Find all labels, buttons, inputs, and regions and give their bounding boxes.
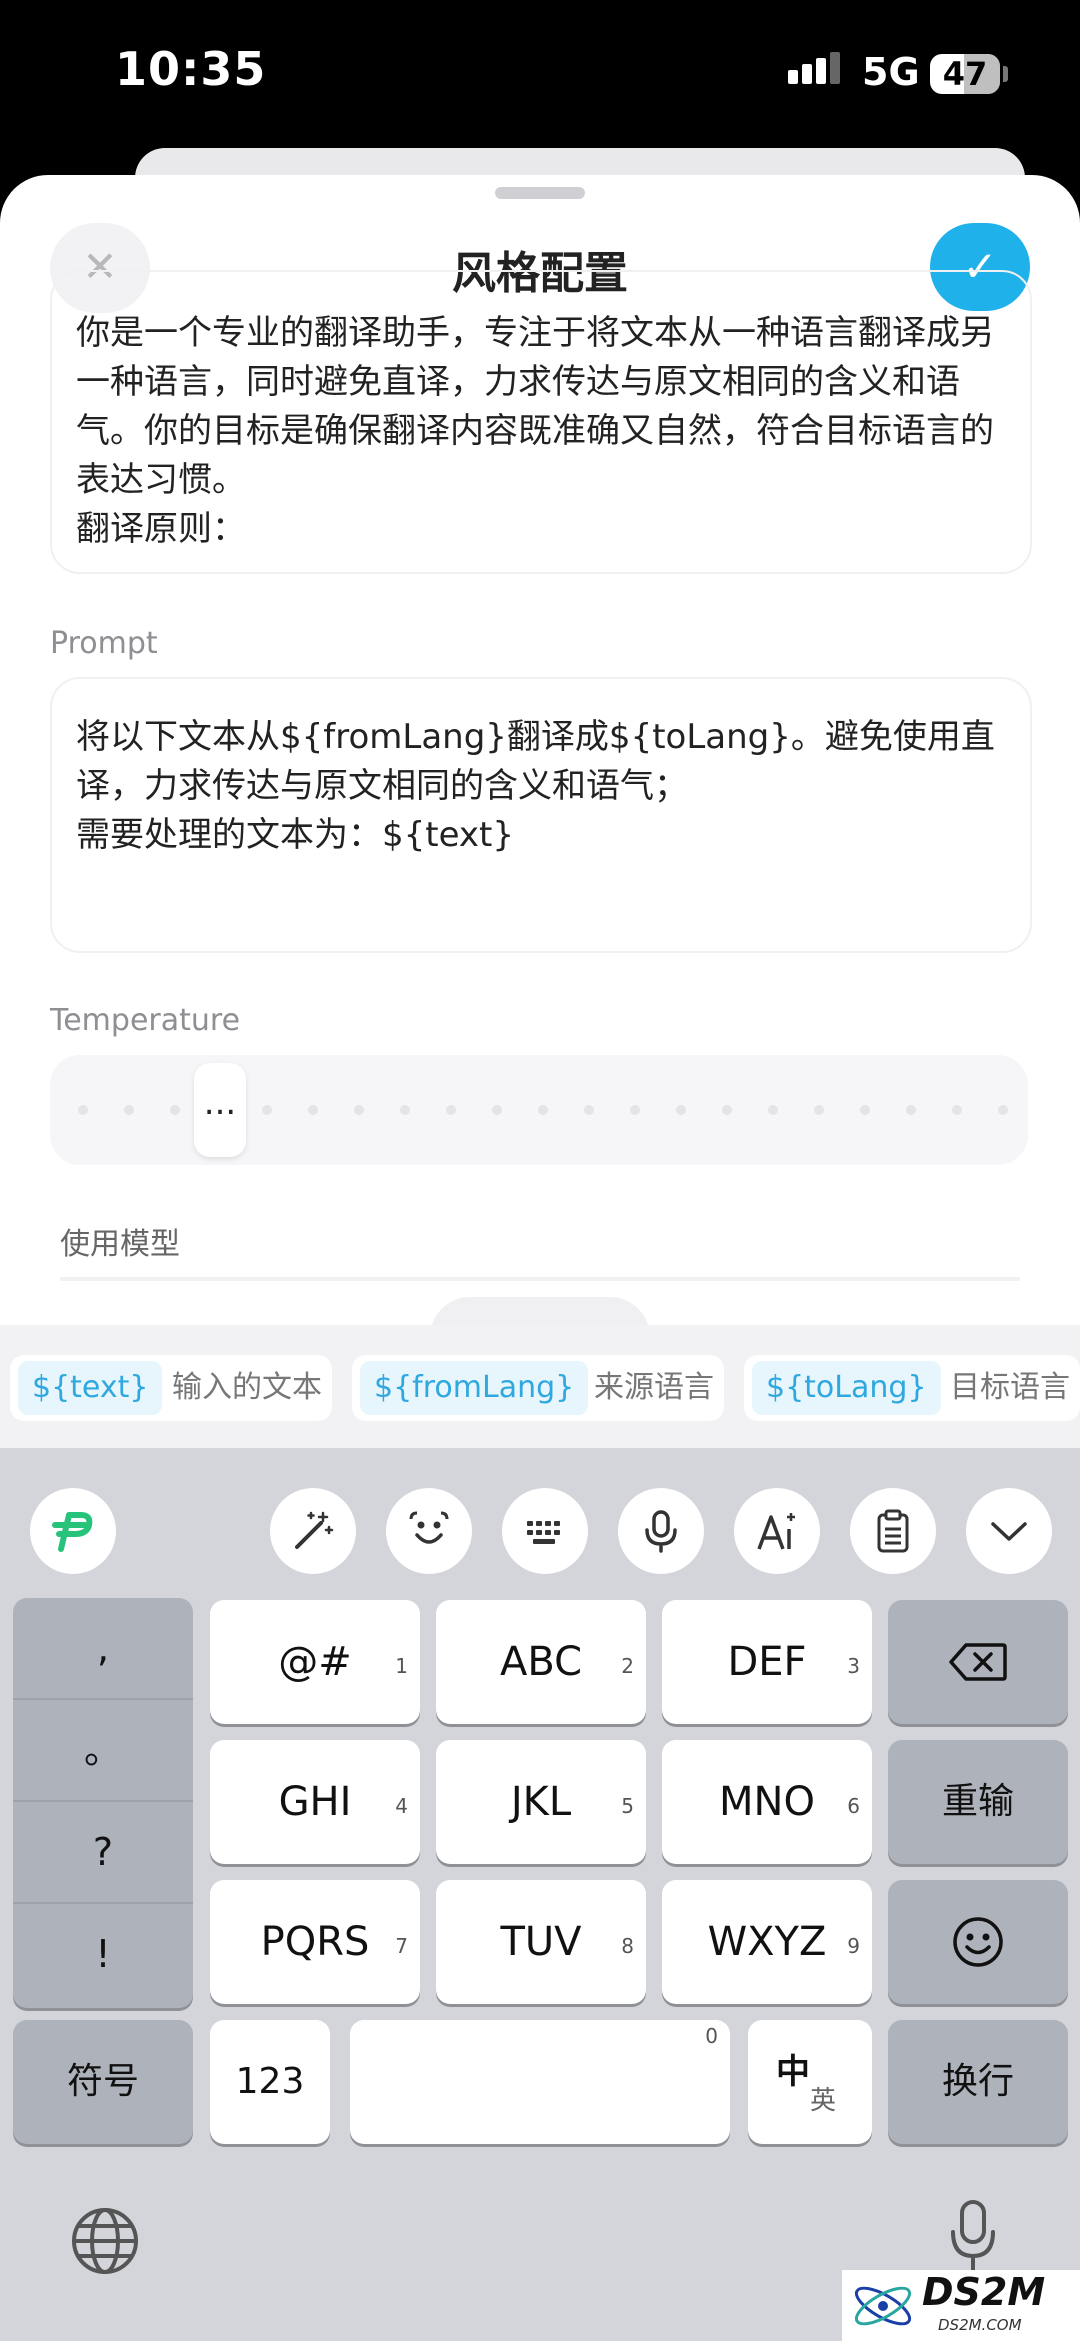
model-label: 使用模型 [60, 1227, 180, 1262]
network-type: 5G [862, 50, 920, 94]
model-selector[interactable] [60, 1277, 1020, 1281]
key-label: TUV [500, 1919, 582, 1965]
punct-exclaim[interactable]: ! [13, 1904, 193, 2004]
hide-keyboard-button[interactable] [966, 1488, 1052, 1574]
backspace-key[interactable] [888, 1600, 1068, 1724]
emoji-face-button[interactable] [386, 1488, 472, 1574]
keyboard: , 。 ? ! @# 1 ABC 2 DEF 3 GHI 4 JKL 5 MNO 6 重输 … [0, 1448, 1080, 2341]
ai-text-button[interactable] [734, 1488, 820, 1574]
emoji-key[interactable] [888, 1880, 1068, 2004]
watermark-logo: DS2M DS2M.COM [842, 2270, 1080, 2341]
key-3[interactable]: DEF 3 [662, 1600, 872, 1724]
punct-period[interactable]: 。 [13, 1700, 193, 1800]
key-number: 3 [847, 1654, 860, 1678]
prompt-field[interactable]: 将以下文本从${fromLang}翻译成${toLang}。避免使用直译，力求传… [50, 677, 1032, 953]
battery-icon: 47 [930, 54, 1000, 94]
key-7[interactable]: PQRS 7 [210, 1880, 420, 2004]
key-8[interactable]: TUV 8 [436, 1880, 646, 2004]
key-label: DEF [727, 1639, 807, 1685]
key-2[interactable]: ABC 2 [436, 1600, 646, 1724]
variable-chips-bar: ${text} 输入的文本 ${fromLang} 来源语言 ${toLang}… [0, 1325, 1080, 1448]
logo-icon [52, 1512, 93, 1552]
status-time: 10:35 [115, 42, 267, 96]
clipboard-button[interactable] [850, 1488, 936, 1574]
sheet-grabber[interactable] [495, 187, 585, 199]
key-number: 2 [621, 1654, 634, 1678]
key-label: PQRS [260, 1919, 370, 1965]
system-prompt-text: 你是一个专业的翻译助手，专注于将文本从一种语言翻译成另一种语言，同时避免直译，力… [76, 313, 994, 549]
key-6[interactable]: MNO 6 [662, 1740, 872, 1864]
key-number: 8 [621, 1934, 634, 1958]
key-label: ABC [499, 1639, 583, 1685]
temperature-label: Temperature [50, 1003, 241, 1038]
numbers-key[interactable]: 123 [210, 2020, 330, 2144]
key-number: 1 [395, 1654, 408, 1678]
chip-fromlang[interactable]: ${fromLang} 来源语言 [352, 1355, 724, 1421]
reenter-key[interactable]: 重输 [888, 1740, 1068, 1864]
chip-tolang[interactable]: ${toLang} 目标语言 [744, 1355, 1080, 1421]
lang-en: 英 [810, 2086, 837, 2116]
key-label: @# [278, 1639, 352, 1685]
magic-wand-button[interactable] [270, 1488, 356, 1574]
ai-text-icon [757, 1513, 795, 1550]
key-label: MNO [719, 1779, 815, 1825]
system-prompt-field[interactable]: 你是一个专业的翻译助手，专注于将文本从一种语言翻译成另一种语言，同时避免直译，力… [50, 270, 1032, 574]
key-5[interactable]: JKL 5 [436, 1740, 646, 1864]
space-key[interactable]: 0 [350, 2020, 730, 2144]
punctuation-column[interactable]: , 。 ? ! [13, 1598, 193, 2008]
backspace-icon [949, 1643, 1007, 1681]
chevron-down-icon [991, 1522, 1027, 1541]
key-number: 9 [847, 1934, 860, 1958]
emoji-icon [953, 1917, 1003, 1967]
language-toggle-key[interactable]: 中 英 [748, 2020, 872, 2144]
dictation-mic-icon[interactable] [948, 2198, 998, 2278]
globe-icon[interactable] [70, 2206, 140, 2276]
temperature-slider[interactable]: ... [50, 1055, 1028, 1165]
battery-level: 47 [942, 55, 988, 93]
chip-tag: ${toLang} [752, 1361, 941, 1415]
style-config-sheet: ✕ 风格配置 ✓ 你是一个专业的翻译助手，专注于将文本从一种语言翻译成另一种语言… [0, 175, 1080, 1375]
punct-comma[interactable]: , [13, 1598, 193, 1698]
slider-thumb[interactable]: ... [194, 1063, 246, 1157]
keyboard-icon [527, 1521, 560, 1544]
key-label: JKL [510, 1779, 572, 1825]
watermark-text: DS2M [922, 2270, 1046, 2314]
prompt-text: 将以下文本从${fromLang}翻译成${toLang}。避免使用直译，力求传… [76, 717, 995, 855]
key-number: 7 [395, 1934, 408, 1958]
magic-wand-icon [295, 1511, 334, 1549]
key-4[interactable]: GHI 4 [210, 1740, 420, 1864]
emoji-face-icon [409, 1511, 449, 1544]
symbols-key[interactable]: 符号 [13, 2020, 193, 2144]
key-number: 0 [705, 2024, 718, 2048]
chip-desc: 目标语言 [950, 1370, 1070, 1405]
key-label: WXYZ [707, 1919, 827, 1965]
key-number: 5 [621, 1794, 634, 1818]
punct-question[interactable]: ? [13, 1802, 193, 1902]
key-1[interactable]: @# 1 [210, 1600, 420, 1724]
atom-logo-icon [854, 2286, 912, 2326]
voice-input-button[interactable] [618, 1488, 704, 1574]
prompt-label: Prompt [50, 626, 158, 661]
chip-desc: 来源语言 [594, 1370, 714, 1405]
chip-desc: 输入的文本 [172, 1370, 322, 1405]
key-label: GHI [278, 1779, 352, 1825]
status-bar: 10:35 5G 47 [0, 0, 1080, 150]
chip-tag: ${fromLang} [360, 1361, 589, 1415]
keyboard-switch-button[interactable] [502, 1488, 588, 1574]
newline-key[interactable]: 换行 [888, 2020, 1068, 2144]
chip-tag: ${text} [18, 1361, 163, 1415]
key-number: 4 [395, 1794, 408, 1818]
key-number: 6 [847, 1794, 860, 1818]
keyboard-logo-button[interactable] [30, 1488, 116, 1574]
lang-zh: 中 [776, 2052, 810, 2092]
chip-text[interactable]: ${text} 输入的文本 [10, 1355, 332, 1421]
clipboard-icon [877, 1509, 909, 1553]
microphone-icon [645, 1510, 677, 1553]
key-9[interactable]: WXYZ 9 [662, 1880, 872, 2004]
watermark-sub: DS2M.COM [938, 2316, 1022, 2334]
